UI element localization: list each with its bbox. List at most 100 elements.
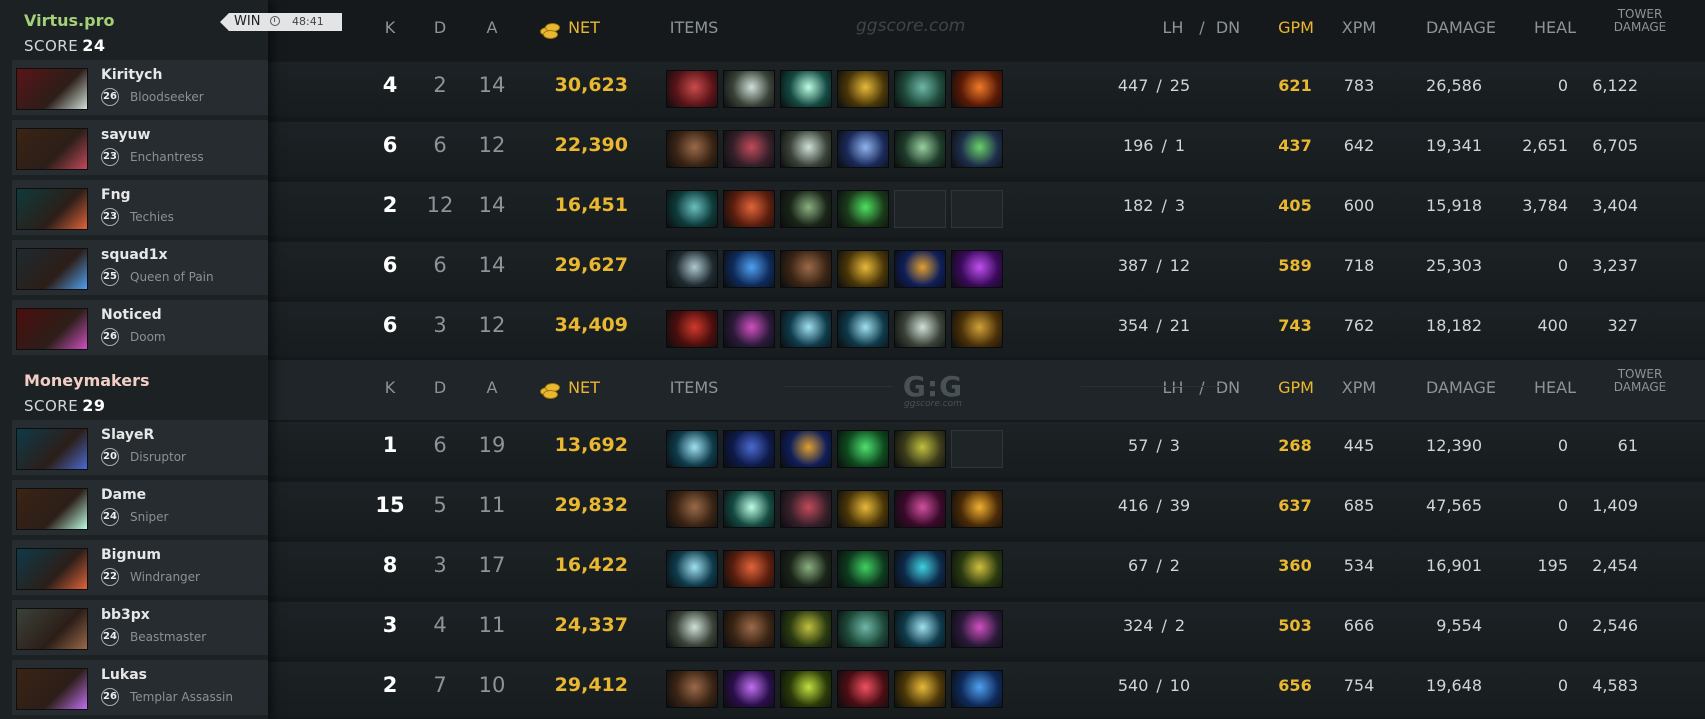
player-card[interactable]: Kiritych 26 Bloodseeker bbox=[12, 60, 268, 115]
player-name[interactable]: Fng bbox=[101, 187, 131, 203]
header-net[interactable]: NET bbox=[564, 18, 604, 37]
player-name[interactable]: sayuw bbox=[101, 127, 150, 143]
sniper-portrait[interactable] bbox=[16, 488, 88, 530]
sickle-item-icon[interactable] bbox=[837, 670, 889, 708]
header-net[interactable]: NET bbox=[564, 378, 604, 397]
gauntlet-item-icon[interactable] bbox=[723, 130, 775, 168]
sword-item-icon[interactable] bbox=[837, 550, 889, 588]
star-item-icon[interactable] bbox=[723, 670, 775, 708]
header-gpm[interactable]: GPM bbox=[1271, 378, 1321, 397]
player-name[interactable]: Lukas bbox=[101, 667, 147, 683]
player-card[interactable]: bb3px 24 Beastmaster bbox=[12, 600, 268, 655]
header-gpm[interactable]: GPM bbox=[1271, 18, 1321, 37]
helm-item-icon[interactable] bbox=[837, 250, 889, 288]
blade-item-icon[interactable] bbox=[780, 670, 832, 708]
shield-item-icon[interactable] bbox=[723, 190, 775, 228]
boots-item-icon[interactable] bbox=[666, 130, 718, 168]
emerald-item-icon[interactable] bbox=[951, 130, 1003, 168]
player-card[interactable]: Fng 23 Techies bbox=[12, 180, 268, 235]
blade-item-icon[interactable] bbox=[666, 310, 718, 348]
templar-assassin-portrait[interactable] bbox=[16, 668, 88, 710]
doom-portrait[interactable] bbox=[16, 308, 88, 350]
axe-item-icon[interactable] bbox=[666, 430, 718, 468]
player-card[interactable]: squad1x 25 Queen of Pain bbox=[12, 240, 268, 295]
bloodseeker-portrait[interactable] bbox=[16, 68, 88, 110]
beastmaster-portrait[interactable] bbox=[16, 608, 88, 650]
boots-item-icon[interactable] bbox=[837, 430, 889, 468]
skull-item-icon[interactable] bbox=[666, 250, 718, 288]
wand-item-icon[interactable] bbox=[780, 550, 832, 588]
dagger-item-icon[interactable] bbox=[894, 490, 946, 528]
team-name[interactable]: Virtus.pro bbox=[24, 11, 114, 30]
scepter-item-icon[interactable] bbox=[894, 250, 946, 288]
armor-item-icon[interactable] bbox=[894, 70, 946, 108]
boots-item-icon[interactable] bbox=[666, 670, 718, 708]
player-name[interactable]: Dame bbox=[101, 487, 146, 503]
queen-of-pain-portrait[interactable] bbox=[16, 248, 88, 290]
player-name[interactable]: bb3px bbox=[101, 607, 150, 623]
helm-item-icon[interactable] bbox=[837, 70, 889, 108]
ring-item-icon[interactable] bbox=[780, 610, 832, 648]
butterfly-item-icon[interactable] bbox=[723, 70, 775, 108]
player-card[interactable]: sayuw 23 Enchantress bbox=[12, 120, 268, 175]
header-xpm[interactable]: XPM bbox=[1334, 378, 1384, 397]
hammer-item-icon[interactable] bbox=[951, 490, 1003, 528]
helm-item-icon[interactable] bbox=[894, 670, 946, 708]
player-card[interactable]: Dame 24 Sniper bbox=[12, 480, 268, 535]
player-name[interactable]: Noticed bbox=[101, 307, 162, 323]
axe-item-icon[interactable] bbox=[894, 610, 946, 648]
ring-item-icon[interactable] bbox=[666, 70, 718, 108]
boots-item-icon[interactable] bbox=[951, 550, 1003, 588]
player-name[interactable]: squad1x bbox=[101, 247, 168, 263]
ward-item-icon[interactable] bbox=[894, 430, 946, 468]
sphere-item-icon[interactable] bbox=[951, 670, 1003, 708]
header-tower-damage[interactable]: TOWER DAMAGE bbox=[1600, 368, 1680, 394]
cloak-item-icon[interactable] bbox=[723, 430, 775, 468]
shield-item-icon[interactable] bbox=[723, 550, 775, 588]
techies-portrait[interactable] bbox=[16, 188, 88, 230]
player-name[interactable]: Bignum bbox=[101, 547, 161, 563]
player-card[interactable]: SlayeR 20 Disruptor bbox=[12, 420, 268, 475]
player-card[interactable]: Noticed 26 Doom bbox=[12, 300, 268, 355]
boots-item-icon[interactable] bbox=[723, 610, 775, 648]
header-heal[interactable]: HEAL bbox=[1530, 18, 1580, 37]
scepter-item-icon[interactable] bbox=[780, 430, 832, 468]
player-name[interactable]: SlayeR bbox=[101, 427, 154, 443]
fire-item-icon[interactable] bbox=[951, 70, 1003, 108]
dagon-item-icon[interactable] bbox=[951, 250, 1003, 288]
boots-item-icon[interactable] bbox=[666, 490, 718, 528]
player-name[interactable]: Kiritych bbox=[101, 67, 162, 83]
butterfly-item-icon[interactable] bbox=[894, 310, 946, 348]
header-xpm[interactable]: XPM bbox=[1334, 18, 1384, 37]
player-card[interactable]: Lukas 26 Templar Assassin bbox=[12, 660, 268, 715]
sphere-item-icon[interactable] bbox=[723, 250, 775, 288]
boots-item-icon[interactable] bbox=[780, 250, 832, 288]
enchantress-portrait[interactable] bbox=[16, 128, 88, 170]
gem-item-icon[interactable] bbox=[723, 310, 775, 348]
orb-item-icon[interactable] bbox=[837, 190, 889, 228]
wand-item-icon[interactable] bbox=[780, 190, 832, 228]
gem-item-icon[interactable] bbox=[951, 610, 1003, 648]
gauntlet-item-icon[interactable] bbox=[780, 490, 832, 528]
player-card[interactable]: Bignum 22 Windranger bbox=[12, 540, 268, 595]
header-damage[interactable]: DAMAGE bbox=[1421, 18, 1501, 37]
butterfly-item-icon[interactable] bbox=[780, 130, 832, 168]
axe-item-icon[interactable] bbox=[780, 310, 832, 348]
header-heal[interactable]: HEAL bbox=[1530, 378, 1580, 397]
armor-item-icon[interactable] bbox=[666, 190, 718, 228]
windranger-portrait[interactable] bbox=[16, 548, 88, 590]
armor-item-icon[interactable] bbox=[837, 610, 889, 648]
fish-item-icon[interactable] bbox=[894, 550, 946, 588]
team-name[interactable]: Moneymakers bbox=[24, 371, 150, 390]
diffusal-item-icon[interactable] bbox=[780, 70, 832, 108]
axe-item-icon[interactable] bbox=[666, 550, 718, 588]
butterfly-item-icon[interactable] bbox=[666, 610, 718, 648]
claw-item-icon[interactable] bbox=[951, 310, 1003, 348]
helm-item-icon[interactable] bbox=[837, 490, 889, 528]
disruptor-portrait[interactable] bbox=[16, 428, 88, 470]
header-tower-damage[interactable]: TOWER DAMAGE bbox=[1600, 8, 1680, 34]
diffusal-item-icon[interactable] bbox=[723, 490, 775, 528]
axe-item-icon[interactable] bbox=[837, 310, 889, 348]
crystal-item-icon[interactable] bbox=[837, 130, 889, 168]
staff-item-icon[interactable] bbox=[894, 130, 946, 168]
